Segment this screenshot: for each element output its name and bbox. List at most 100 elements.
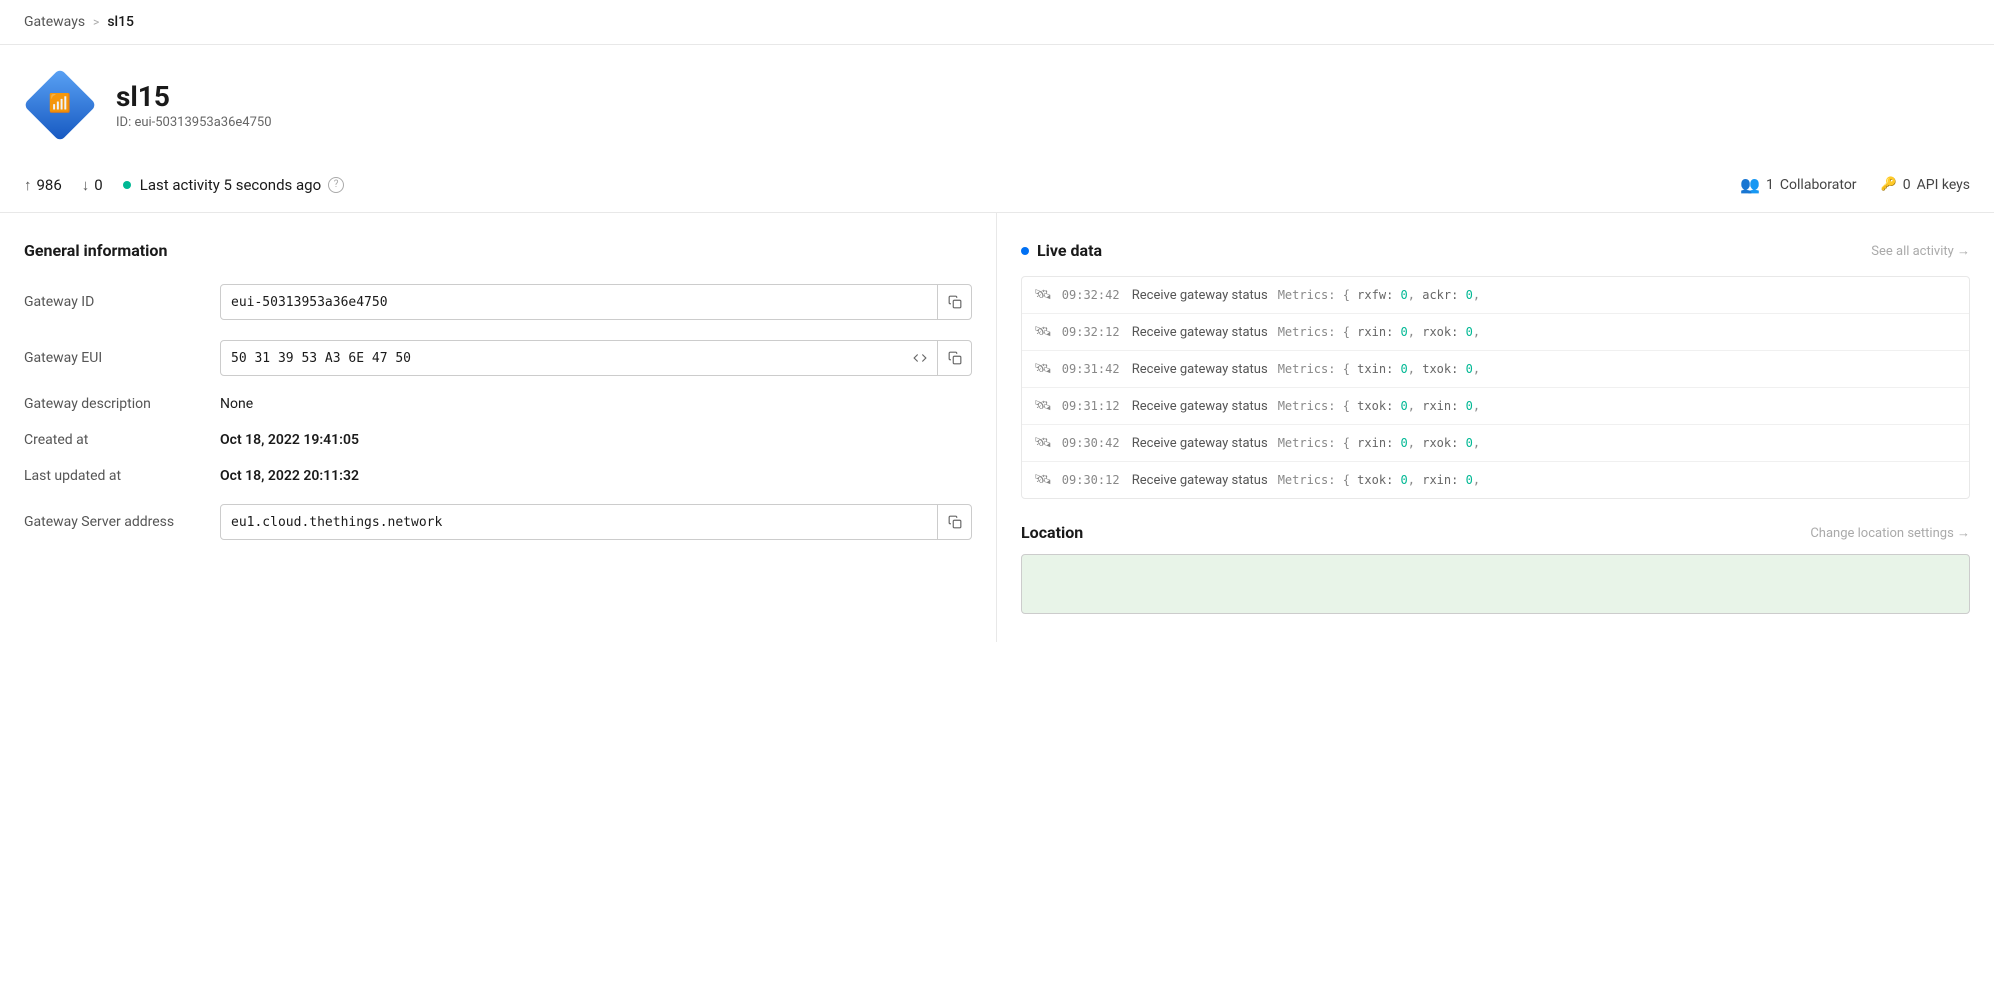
location-title: Location [1021, 523, 1083, 542]
live-data-dot-icon [1021, 247, 1029, 255]
gateway-description-value: None [220, 396, 972, 412]
feed-row: 🛰 09:32:12 Receive gateway status Metric… [1022, 314, 1969, 351]
feed-row: 🛰 09:31:42 Receive gateway status Metric… [1022, 351, 1969, 388]
upload-stat: ↑ 986 [24, 176, 62, 194]
feed-time: 09:32:42 [1062, 288, 1122, 302]
feed-time: 09:31:12 [1062, 399, 1122, 413]
collaborators-label: Collaborator [1780, 177, 1857, 193]
last-updated-row: Last updated at Oct 18, 2022 20:11:32 [24, 468, 972, 484]
gateway-eui-code-button[interactable] [903, 341, 937, 375]
gateway-id-field-group[interactable] [220, 284, 972, 320]
help-icon[interactable]: ? [328, 177, 344, 193]
change-location-link[interactable]: Change location settings → [1810, 525, 1970, 541]
gateway-icon: 📶 [24, 69, 96, 141]
feed-description: Receive gateway status [1132, 399, 1268, 414]
feed-signal-icon: 🛰 [1034, 287, 1052, 303]
location-section: Location Change location settings → [1021, 523, 1970, 614]
created-at-value: Oct 18, 2022 19:41:05 [220, 432, 972, 448]
gateway-id-input[interactable] [221, 287, 937, 318]
collaborators-stat[interactable]: 👥 1 Collaborator [1740, 175, 1856, 194]
feed-time: 09:30:42 [1062, 436, 1122, 450]
gateway-id-row: Gateway ID [24, 284, 972, 320]
breadcrumb-current: sl15 [107, 14, 134, 30]
api-keys-count: 0 [1903, 177, 1911, 193]
gateway-eui-field-group[interactable] [220, 340, 972, 376]
feed-row: 🛰 09:30:42 Receive gateway status Metric… [1022, 425, 1969, 462]
up-arrow-icon: ↑ [24, 176, 32, 194]
location-map-preview [1021, 554, 1970, 614]
gateway-title-block: sl15 ID: eui-50313953a36e4750 [116, 80, 272, 130]
down-arrow-icon: ↓ [82, 176, 90, 194]
server-address-field-group[interactable] [220, 504, 972, 540]
stats-right-group: 👥 1 Collaborator 🔑 0 API keys [1740, 175, 1970, 194]
feed-time: 09:31:42 [1062, 362, 1122, 376]
gateway-id-label: Gateway ID [24, 294, 204, 310]
last-activity-text: Last activity 5 seconds ago [140, 176, 321, 194]
feed-metrics: Metrics: { rxin: 0, rxok: 0, [1278, 325, 1480, 339]
live-data-title: Live data [1021, 241, 1102, 260]
gateway-eui-copy-button[interactable] [937, 341, 971, 375]
gateway-description-row: Gateway description None [24, 396, 972, 412]
feed-description: Receive gateway status [1132, 288, 1268, 303]
feed-signal-icon: 🛰 [1034, 398, 1052, 414]
server-address-row: Gateway Server address [24, 504, 972, 540]
api-keys-stat[interactable]: 🔑 0 API keys [1881, 177, 1970, 193]
right-panel: Live data See all activity → 🛰 09:32:42 … [997, 213, 1994, 642]
feed-row: 🛰 09:30:12 Receive gateway status Metric… [1022, 462, 1969, 498]
gateway-eui-label: Gateway EUI [24, 350, 204, 366]
breadcrumb: Gateways > sl15 [0, 0, 1994, 45]
feed-signal-icon: 🛰 [1034, 472, 1052, 488]
feed-metrics: Metrics: { rxin: 0, rxok: 0, [1278, 436, 1480, 450]
server-address-input[interactable] [221, 507, 937, 538]
feed-metrics: Metrics: { rxfw: 0, ackr: 0, [1278, 288, 1480, 302]
live-feed: 🛰 09:32:42 Receive gateway status Metric… [1021, 276, 1970, 499]
feed-metrics: Metrics: { txok: 0, rxin: 0, [1278, 473, 1480, 487]
upload-count: 986 [37, 176, 62, 194]
stats-bar: ↑ 986 ↓ 0 Last activity 5 seconds ago ? … [0, 157, 1994, 213]
main-content: General information Gateway ID Gateway E… [0, 213, 1994, 642]
api-keys-icon: 🔑 [1881, 177, 1897, 192]
feed-time: 09:30:12 [1062, 473, 1122, 487]
breadcrumb-parent-link[interactable]: Gateways [24, 14, 85, 30]
gateway-name: sl15 [116, 80, 272, 113]
feed-description: Receive gateway status [1132, 436, 1268, 451]
see-all-activity-link[interactable]: See all activity → [1871, 243, 1970, 259]
activity-dot-icon [123, 181, 131, 189]
gateway-id-copy-button[interactable] [937, 285, 971, 319]
feed-metrics: Metrics: { txin: 0, txok: 0, [1278, 362, 1480, 376]
live-data-title-text: Live data [1037, 241, 1102, 260]
feed-signal-icon: 🛰 [1034, 435, 1052, 451]
location-header: Location Change location settings → [1021, 523, 1970, 542]
general-info-title: General information [24, 241, 972, 260]
feed-description: Receive gateway status [1132, 325, 1268, 340]
created-at-row: Created at Oct 18, 2022 19:41:05 [24, 432, 972, 448]
feed-row: 🛰 09:31:12 Receive gateway status Metric… [1022, 388, 1969, 425]
feed-description: Receive gateway status [1132, 473, 1268, 488]
breadcrumb-separator: > [93, 15, 99, 29]
created-at-label: Created at [24, 432, 204, 448]
gateway-id-label: ID: eui-50313953a36e4750 [116, 115, 272, 130]
server-address-label: Gateway Server address [24, 514, 204, 530]
api-keys-label: API keys [1917, 177, 1970, 193]
collaborators-count: 1 [1766, 177, 1774, 193]
last-updated-value: Oct 18, 2022 20:11:32 [220, 468, 972, 484]
gateway-diamond [23, 68, 97, 142]
gateway-eui-input[interactable] [221, 343, 903, 374]
live-data-header: Live data See all activity → [1021, 241, 1970, 260]
feed-description: Receive gateway status [1132, 362, 1268, 377]
last-updated-label: Last updated at [24, 468, 204, 484]
feed-metrics: Metrics: { txok: 0, rxin: 0, [1278, 399, 1480, 413]
activity-stat: Last activity 5 seconds ago ? [123, 176, 344, 194]
server-address-copy-button[interactable] [937, 505, 971, 539]
feed-signal-icon: 🛰 [1034, 324, 1052, 340]
download-stat: ↓ 0 [82, 176, 103, 194]
gateway-description-label: Gateway description [24, 396, 204, 412]
gateway-header: 📶 sl15 ID: eui-50313953a36e4750 [0, 45, 1994, 141]
feed-row: 🛰 09:32:42 Receive gateway status Metric… [1022, 277, 1969, 314]
collaborators-icon: 👥 [1740, 175, 1760, 194]
feed-signal-icon: 🛰 [1034, 361, 1052, 377]
general-info-panel: General information Gateway ID Gateway E… [0, 213, 997, 642]
gateway-eui-row: Gateway EUI [24, 340, 972, 376]
feed-time: 09:32:12 [1062, 325, 1122, 339]
download-count: 0 [94, 176, 102, 194]
